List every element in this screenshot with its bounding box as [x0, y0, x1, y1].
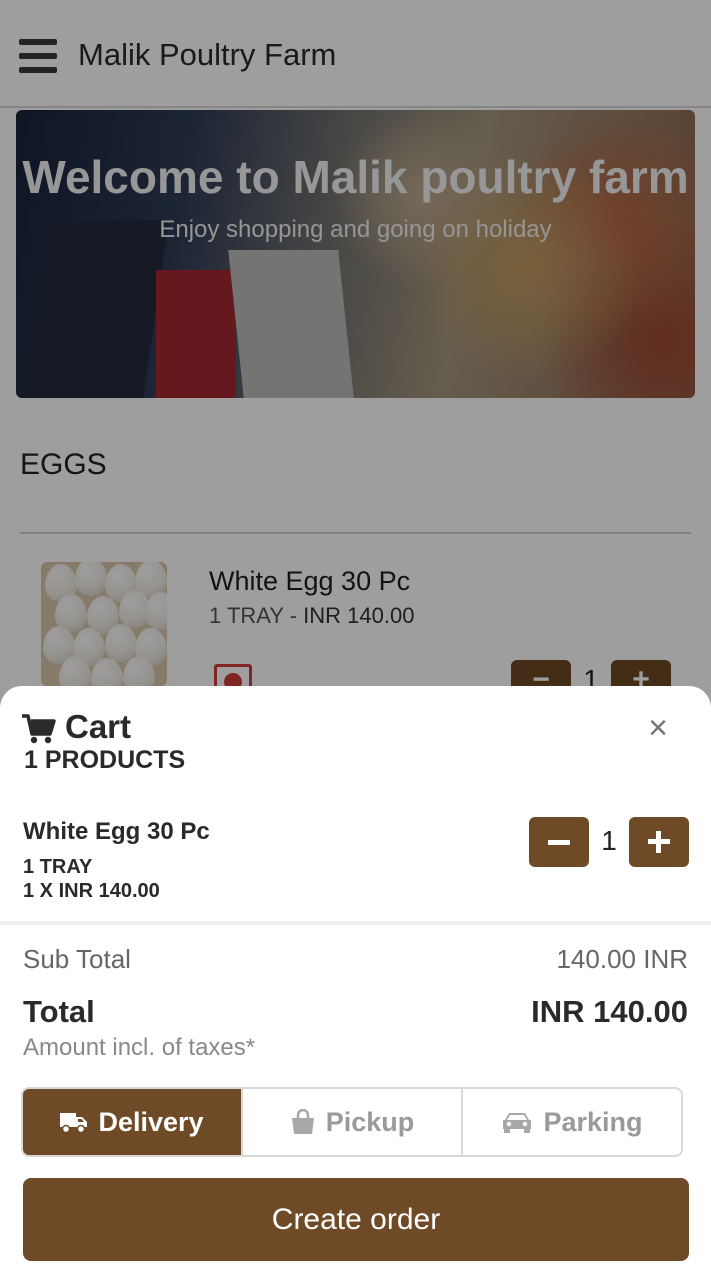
fulfilment-mode-selector: Delivery Pickup Parking	[21, 1087, 683, 1157]
truck-icon	[60, 1113, 88, 1133]
parking-label: Parking	[543, 1106, 643, 1137]
increase-quantity-button[interactable]	[629, 817, 689, 867]
car-icon	[503, 1113, 532, 1133]
divider	[0, 921, 711, 925]
cart-line-item: White Egg 30 Pc 1 TRAY 1 X INR 140.00 1	[0, 804, 711, 922]
delivery-option[interactable]: Delivery	[23, 1089, 241, 1155]
pickup-label: Pickup	[325, 1106, 415, 1137]
cart-sheet: Cart 1 PRODUCTS × White Egg 30 Pc 1 TRAY…	[0, 686, 711, 1280]
cart-item-price: 1 X INR 140.00	[23, 880, 160, 902]
cart-quantity-stepper: 1	[529, 817, 689, 867]
shopping-bag-icon	[291, 1109, 314, 1134]
total-value: INR 140.00	[531, 994, 688, 1029]
delivery-label: Delivery	[98, 1106, 204, 1137]
tax-note: Amount incl. of taxes*	[23, 1034, 256, 1061]
subtotal-label: Sub Total	[23, 944, 131, 974]
total-label: Total	[23, 994, 95, 1029]
cart-item-quantity: 1	[601, 825, 617, 856]
parking-option[interactable]: Parking	[461, 1089, 681, 1155]
close-icon[interactable]: ×	[640, 710, 676, 746]
decrease-quantity-button[interactable]	[529, 817, 589, 867]
cart-title: Cart	[65, 708, 132, 745]
pickup-option[interactable]: Pickup	[241, 1089, 461, 1155]
cart-item-unit: 1 TRAY	[23, 856, 93, 878]
create-order-button[interactable]: Create order	[23, 1178, 689, 1261]
cart-product-count: 1 PRODUCTS	[24, 746, 186, 774]
shopping-cart-icon	[22, 714, 56, 744]
cart-item-name: White Egg 30 Pc	[23, 818, 210, 845]
subtotal-value: 140.00 INR	[556, 944, 688, 974]
